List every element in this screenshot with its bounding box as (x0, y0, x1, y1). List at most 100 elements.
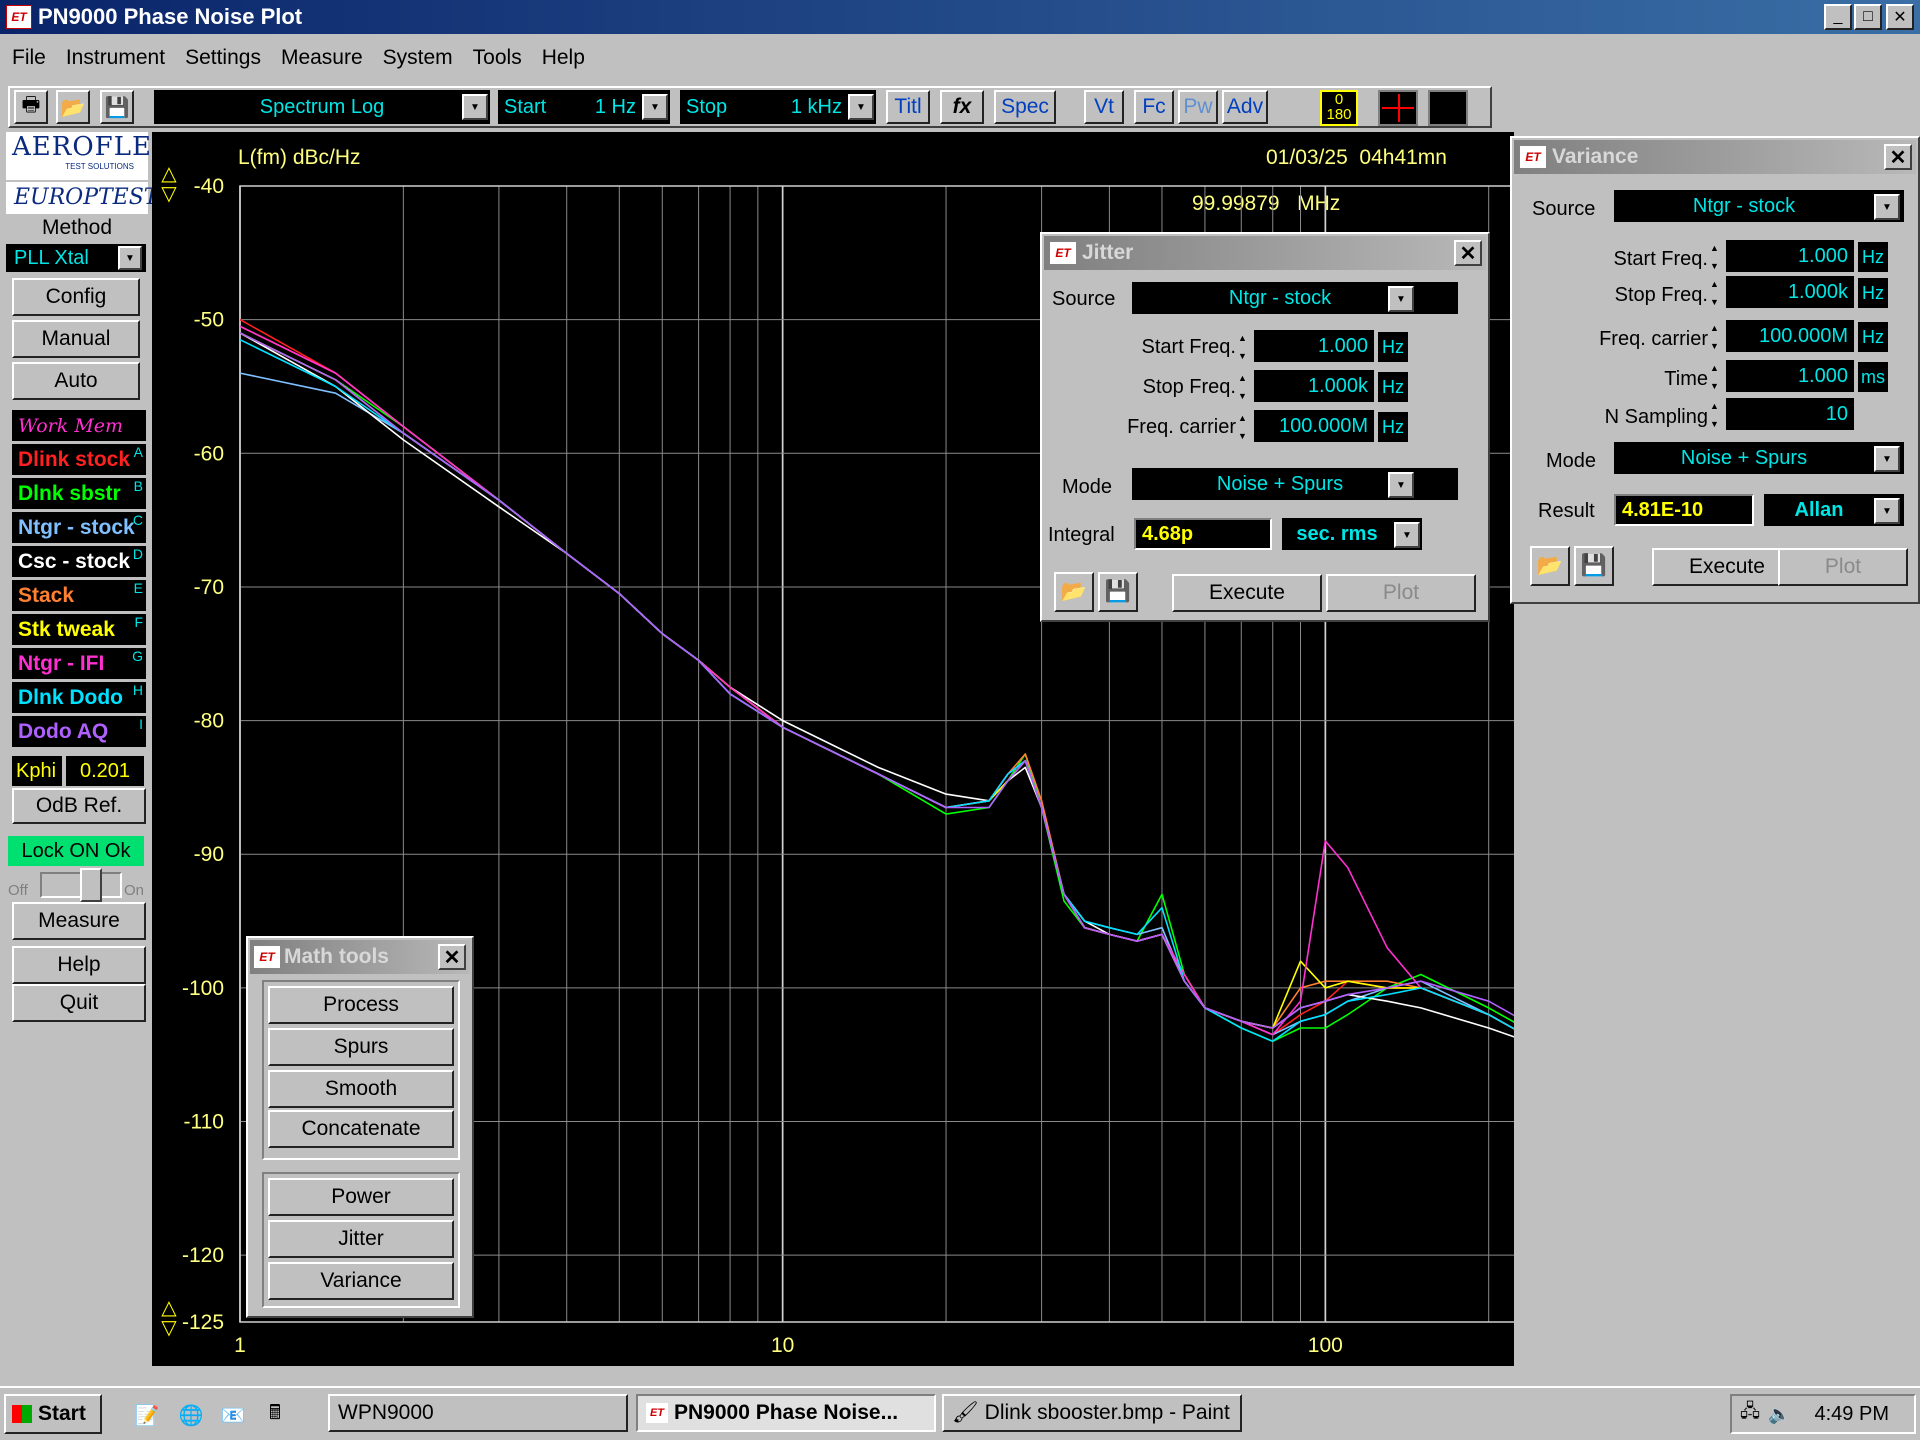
trace-legend-item[interactable]: Dlnk sbstr B (12, 478, 146, 509)
jitter-carrier-freq[interactable]: 100.000M (1254, 410, 1374, 442)
nsampling-spinner[interactable]: ▲ ▼ (1710, 400, 1722, 430)
task-paint[interactable]: 🖌 Dlink sbooster.bmp - Paint (942, 1394, 1242, 1432)
menu-instrument[interactable]: Instrument (66, 46, 165, 70)
close-icon[interactable]: ✕ (1454, 240, 1482, 266)
crosshair-icon[interactable] (1378, 90, 1418, 126)
task-wpn9000[interactable]: WPN9000 (328, 1394, 628, 1432)
quit-button[interactable]: Quit (12, 984, 146, 1022)
variance-time[interactable]: 1.000 (1726, 360, 1854, 392)
chevron-down-icon[interactable]: ▼ (1388, 286, 1414, 312)
display-mode-select[interactable]: Spectrum Log (154, 90, 490, 124)
start-freq-spinner[interactable]: ▲ ▼ (1710, 242, 1722, 272)
manual-button[interactable]: Manual (12, 320, 140, 358)
chevron-down-icon[interactable]: ▼ (1874, 194, 1900, 220)
chevron-down-icon[interactable]: ▼ (1388, 472, 1414, 498)
adv-button[interactable]: Adv (1222, 90, 1268, 124)
phase-range-indicator[interactable]: 0 180 (1320, 90, 1358, 126)
variance-stop-freq[interactable]: 1.000k (1726, 276, 1854, 308)
jitter-stop-freq[interactable]: 1.000k (1254, 370, 1374, 402)
clock[interactable]: 4:49 PM (1815, 1403, 1889, 1426)
menu-system[interactable]: System (383, 46, 453, 70)
volume-icon[interactable]: 🔈 (1768, 1404, 1790, 1425)
help-button[interactable]: Help (12, 946, 146, 984)
kphi-value[interactable]: 0.201 (66, 756, 144, 786)
open-folder-icon[interactable]: 📂 (1054, 572, 1094, 612)
smooth-button[interactable]: Smooth (268, 1070, 454, 1108)
task-pn9000[interactable]: ET PN9000 Phase Noise... (636, 1394, 936, 1432)
trace-legend-item[interactable]: Dlink stock A (12, 444, 146, 475)
function-button[interactable]: fx (940, 90, 984, 124)
chevron-down-icon[interactable]: ▼ (642, 94, 668, 120)
save-icon[interactable]: 💾 (1098, 572, 1138, 612)
browser-icon[interactable]: 🌐 (174, 1398, 208, 1432)
variance-mode-select[interactable]: Noise + Spurs (1614, 442, 1904, 474)
lock-switch[interactable]: Off On (8, 868, 148, 902)
carrier-spinner[interactable]: ▲ ▼ (1238, 412, 1250, 442)
work-mem-label[interactable]: Work Mem (12, 410, 146, 441)
menu-measure[interactable]: Measure (281, 46, 363, 70)
menu-settings[interactable]: Settings (185, 46, 261, 70)
odb-ref-button[interactable]: OdB Ref. (12, 788, 146, 824)
vt-button[interactable]: Vt (1084, 90, 1124, 124)
close-icon[interactable]: ✕ (438, 944, 466, 970)
trace-legend-item[interactable]: Stk tweak F (12, 614, 146, 645)
trace-legend-item[interactable]: Csc - stock D (12, 546, 146, 577)
chevron-down-icon[interactable]: ▼ (462, 94, 488, 120)
start-button[interactable]: Start (4, 1394, 102, 1434)
jitter-start-freq[interactable]: 1.000 (1254, 330, 1374, 362)
outlook-icon[interactable]: 📧 (216, 1398, 250, 1432)
config-button[interactable]: Config (12, 278, 140, 316)
variance-source-select[interactable]: Ntgr - stock (1614, 190, 1904, 222)
spurs-button[interactable]: Spurs (268, 1028, 454, 1066)
jitter-plot-button[interactable]: Plot (1326, 574, 1476, 612)
desktop-icon[interactable]: 📝 (130, 1398, 164, 1432)
calculator-icon[interactable]: 🖩 (258, 1398, 292, 1432)
minimize-button[interactable]: _ (1824, 4, 1852, 30)
jitter-execute-button[interactable]: Execute (1172, 574, 1322, 612)
measure-button[interactable]: Measure (12, 902, 146, 940)
trace-legend-item[interactable]: Dlnk Dodo H (12, 682, 146, 713)
time-spinner[interactable]: ▲ ▼ (1710, 362, 1722, 392)
variance-carrier-freq[interactable]: 100.000M (1726, 320, 1854, 352)
close-icon[interactable]: ✕ (1884, 144, 1912, 170)
spec-button[interactable]: Spec (994, 90, 1056, 124)
variance-start-freq[interactable]: 1.000 (1726, 240, 1854, 272)
process-button[interactable]: Process (268, 986, 454, 1024)
trace-legend-item[interactable]: Dodo AQ I (12, 716, 146, 747)
open-folder-icon[interactable]: 📂 (1530, 546, 1570, 586)
concatenate-button[interactable]: Concatenate (268, 1110, 454, 1148)
pw-button[interactable]: Pw (1178, 90, 1218, 124)
title-button[interactable]: Titl (886, 90, 930, 124)
variance-nsampling[interactable]: 10 (1726, 398, 1854, 430)
chevron-down-icon[interactable]: ▼ (848, 94, 874, 120)
power-button[interactable]: Power (268, 1178, 454, 1216)
trace-legend-item[interactable]: Ntgr - IFI G (12, 648, 146, 679)
close-button[interactable]: ✕ (1886, 4, 1914, 30)
stop-freq-spinner[interactable]: ▲ ▼ (1238, 372, 1250, 402)
network-icon[interactable]: 🖧 (1740, 1399, 1760, 1429)
print-icon[interactable]: 🖶 (14, 90, 48, 124)
menu-file[interactable]: File (12, 46, 46, 70)
auto-button[interactable]: Auto (12, 362, 140, 400)
save-icon[interactable]: 💾 (1574, 546, 1614, 586)
trace-legend-item[interactable]: Ntgr - stock C (12, 512, 146, 543)
color-swatch[interactable] (1428, 90, 1468, 126)
start-freq-spinner[interactable]: ▲ ▼ (1238, 332, 1250, 362)
carrier-spinner[interactable]: ▲ ▼ (1710, 322, 1722, 352)
chevron-down-icon[interactable]: ▼ (1874, 446, 1900, 472)
stop-freq-spinner[interactable]: ▲ ▼ (1710, 278, 1722, 308)
variance-plot-button[interactable]: Plot (1778, 548, 1908, 586)
menu-tools[interactable]: Tools (473, 46, 522, 70)
chevron-down-icon[interactable]: ▼ (118, 246, 142, 270)
maximize-button[interactable]: □ (1854, 4, 1882, 30)
chevron-down-icon[interactable]: ▼ (1394, 522, 1420, 548)
open-folder-icon[interactable]: 📂 (56, 90, 90, 124)
menu-help[interactable]: Help (542, 46, 585, 70)
jitter-button[interactable]: Jitter (268, 1220, 454, 1258)
fc-button[interactable]: Fc (1134, 90, 1174, 124)
chevron-down-icon[interactable]: ▼ (1874, 498, 1900, 524)
trace-legend-item[interactable]: Stack E (12, 580, 146, 611)
save-icon[interactable]: 💾 (100, 90, 134, 124)
variance-button[interactable]: Variance (268, 1262, 454, 1300)
stop-field[interactable]: Stop 1 kHz (680, 90, 876, 124)
